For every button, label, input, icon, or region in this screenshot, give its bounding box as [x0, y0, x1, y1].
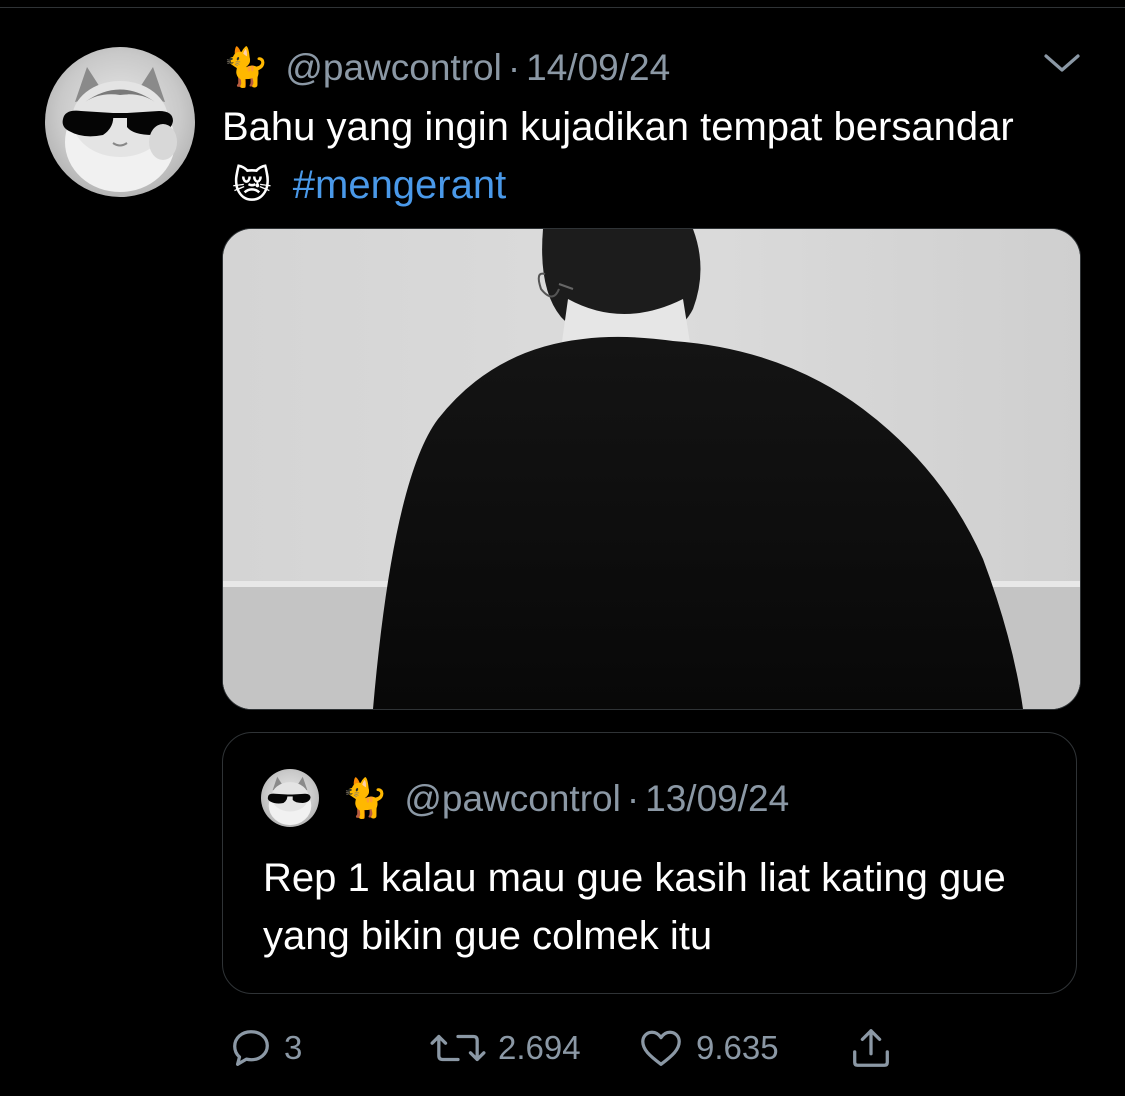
author-avatar[interactable] — [45, 47, 195, 197]
tweet-media-image[interactable] — [222, 228, 1081, 710]
share-button[interactable] — [848, 1020, 894, 1076]
header-separator: · — [626, 778, 640, 819]
header-separator: · — [507, 47, 521, 88]
cat-sunglasses-avatar-image — [267, 776, 312, 826]
reply-count: 3 — [284, 1029, 303, 1066]
quoted-author-avatar — [261, 769, 319, 827]
tweet-text-main: Bahu yang ingin kujadikan tempat bersand… — [222, 105, 1014, 149]
author-handle[interactable]: @pawcontrol — [285, 47, 502, 89]
tweet-date[interactable]: 14/09/24 — [526, 47, 670, 89]
heart-icon — [641, 1030, 681, 1066]
retweet-icon — [430, 1034, 486, 1062]
quoted-author-handle: @pawcontrol — [404, 778, 621, 819]
retweet-button[interactable]: 2.694 — [428, 1020, 581, 1076]
tweet-actions: 3 2.694 9.635 — [222, 1020, 1082, 1076]
quoted-tweet-date: 13/09/24 — [645, 778, 790, 819]
crying-cat-emoji: 😿 — [232, 165, 272, 207]
reply-button[interactable]: 3 — [228, 1020, 302, 1076]
cat-sunglasses-avatar-image — [62, 67, 177, 192]
photo-person-back — [223, 229, 1080, 709]
quoted-tweet-text: Rep 1 kalau mau gue kasih liat kating gu… — [263, 856, 1006, 958]
quoted-tweet-header: 🐈 @pawcontrol · 13/09/24 — [341, 775, 789, 823]
tweet-text: Bahu yang ingin kujadikan tempat bersand… — [222, 98, 1042, 215]
chevron-down-icon[interactable] — [1040, 48, 1084, 78]
hashtag-link[interactable]: #mengerant — [293, 163, 506, 207]
tweet-header: 🐈 @pawcontrol · 14/09/24 — [222, 44, 670, 92]
top-divider — [0, 7, 1125, 8]
quoted-tweet[interactable]: 🐈 @pawcontrol · 13/09/24 Rep 1 kalau mau… — [222, 732, 1077, 994]
like-button[interactable]: 9.635 — [636, 1020, 779, 1076]
reply-icon — [233, 1030, 269, 1066]
cat-emoji: 🐈 — [222, 47, 270, 89]
share-icon — [853, 1029, 889, 1067]
retweet-count: 2.694 — [498, 1029, 581, 1066]
cat-emoji: 🐈 — [341, 778, 389, 820]
like-count: 9.635 — [696, 1029, 779, 1066]
